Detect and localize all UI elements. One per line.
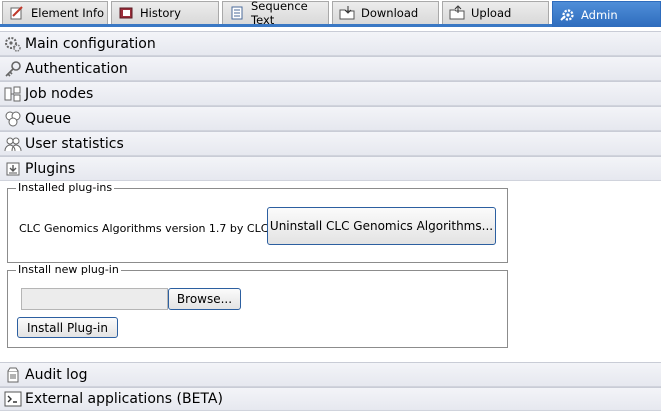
section-title: Authentication — [25, 60, 128, 77]
section-user-statistics[interactable]: User statistics — [0, 131, 661, 156]
installed-plugins-group: Installed plug-ins CLC Genomics Algorith… — [7, 181, 508, 263]
admin-gear-icon — [559, 7, 575, 23]
plugin-icon — [4, 160, 22, 178]
section-main-configuration[interactable]: Main configuration — [0, 31, 661, 56]
tab-element-info[interactable]: Element Info — [2, 1, 108, 24]
section-external-applications[interactable]: External applications (BETA) — [0, 387, 661, 411]
tab-admin[interactable]: Admin — [552, 1, 661, 27]
tab-bar: Element Info History Sequence Text Downl… — [0, 0, 661, 27]
tab-upload[interactable]: Upload — [442, 1, 549, 24]
install-plugin-group: Install new plug-in Browse... Install Pl… — [7, 263, 508, 348]
key-icon — [4, 60, 22, 78]
tab-download[interactable]: Download — [332, 1, 439, 24]
section-title: Job nodes — [25, 85, 94, 102]
section-title: Plugins — [25, 160, 76, 177]
section-title: External applications (BETA) — [25, 391, 223, 407]
terminal-icon — [4, 390, 22, 408]
history-icon — [118, 5, 134, 21]
section-title: User statistics — [25, 135, 124, 152]
section-job-nodes[interactable]: Job nodes — [0, 81, 661, 106]
install-plugin-button[interactable]: Install Plug-in — [17, 317, 118, 338]
section-authentication[interactable]: Authentication — [0, 56, 661, 81]
tab-sequence-text[interactable]: Sequence Text — [222, 0, 329, 27]
section-title: Queue — [25, 110, 71, 127]
users-icon — [4, 135, 22, 153]
browse-button[interactable]: Browse... — [168, 288, 241, 310]
job-nodes-icon — [4, 85, 22, 103]
gears-icon — [4, 35, 22, 53]
install-plugin-legend: Install new plug-in — [16, 263, 121, 276]
uninstall-plugin-button[interactable]: Uninstall CLC Genomics Algorithms... — [267, 207, 496, 245]
installed-plugin-text: CLC Genomics Algorithms version 1.7 by C… — [19, 222, 289, 235]
queue-icon — [4, 110, 22, 128]
section-title: Audit log — [25, 366, 88, 383]
installed-plugins-legend: Installed plug-ins — [16, 181, 115, 194]
audit-log-icon — [4, 366, 22, 384]
section-title: Main configuration — [25, 35, 156, 52]
element-info-icon — [9, 5, 25, 21]
folder-download-icon — [339, 5, 355, 21]
folder-upload-icon — [449, 5, 465, 21]
section-audit-log[interactable]: Audit log — [0, 362, 661, 387]
section-plugins[interactable]: Plugins — [0, 156, 661, 181]
tab-history[interactable]: History — [111, 1, 219, 24]
plugin-file-input[interactable] — [21, 288, 168, 310]
document-icon — [229, 5, 245, 21]
section-queue[interactable]: Queue — [0, 106, 661, 131]
